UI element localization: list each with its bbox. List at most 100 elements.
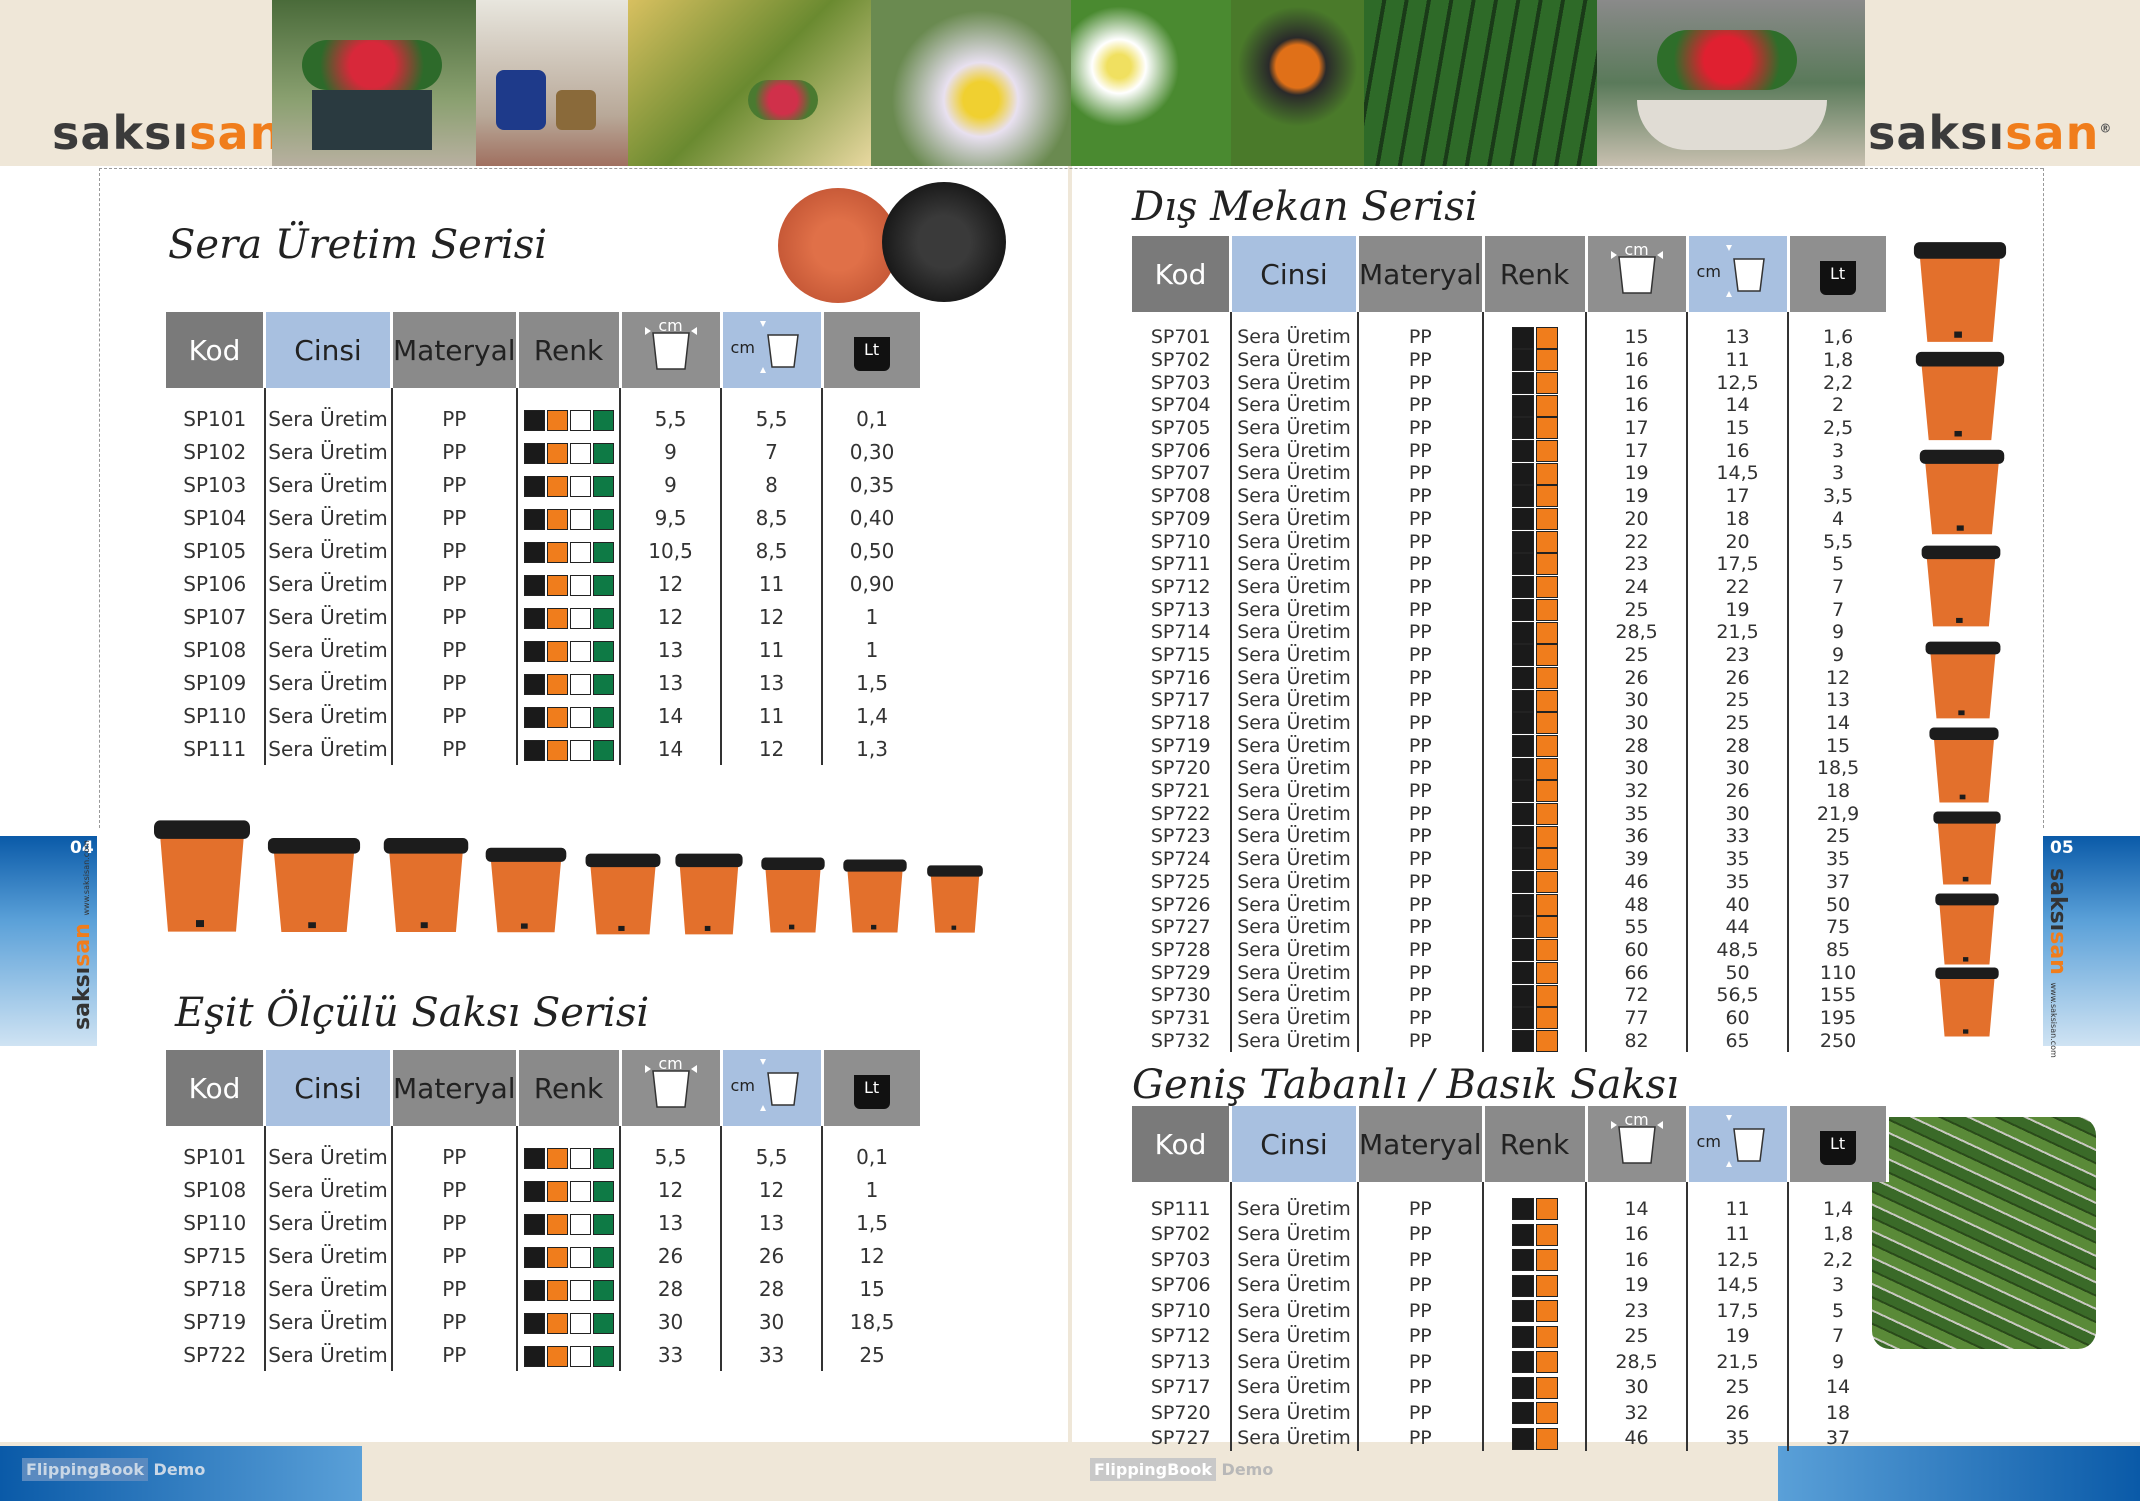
materyal-cell: PP: [1357, 507, 1485, 531]
height-cell: 48: [1586, 893, 1689, 916]
color-swatch-green: [592, 640, 614, 662]
volume-cell: 1,8: [1822, 1223, 1854, 1246]
materyal-cell: PP: [1357, 598, 1485, 621]
materyal-cell: PP: [1357, 802, 1485, 826]
color-swatch-black: [523, 541, 545, 563]
height-cell: 22: [1586, 530, 1689, 553]
diameter-cell: 44: [1687, 915, 1790, 939]
color-swatch-black: [523, 409, 545, 431]
color-swatch-black: [1511, 1402, 1534, 1424]
materyal-cell: PP: [391, 666, 519, 699]
materyal-cell: PP: [1357, 938, 1485, 962]
diameter-cm-icon: cm: [721, 1050, 824, 1126]
height-cell: 16: [1586, 394, 1689, 417]
color-swatch-orange: [546, 574, 568, 596]
color-swatch-white: [569, 673, 591, 695]
header-materyal: Materyal: [1357, 236, 1485, 312]
volume-cell: 2,5: [1822, 417, 1854, 440]
kod-cell: SP101: [166, 1140, 266, 1173]
cinsi-cell: Sera Üretim: [1230, 802, 1359, 826]
kod-cell: SP713: [1132, 598, 1232, 621]
volume-cell: 1,4: [1822, 1197, 1854, 1220]
color-swatch-orange: [1535, 1351, 1558, 1373]
renk-cell: [517, 633, 622, 666]
renk-cell: [1483, 598, 1588, 621]
diameter-cell: 48,5: [1687, 938, 1790, 962]
table-row: SP712 Sera Üretim PP 24 22 7: [1132, 575, 1887, 599]
renk-cell: [1483, 1247, 1588, 1273]
renk-cell: [1483, 1196, 1588, 1222]
color-swatch-black: [1511, 508, 1534, 531]
materyal-cell: PP: [1357, 1298, 1485, 1324]
vertical-brand-right: saksısan www.saksisan.com: [2045, 868, 2070, 1058]
cinsi-cell: Sera Üretim: [264, 402, 393, 435]
materyal-cell: PP: [391, 1206, 519, 1239]
kod-cell: SP103: [166, 468, 266, 501]
diameter-cell: 30: [1687, 802, 1790, 826]
pot-bottoms-image: [778, 178, 1018, 308]
color-swatch-orange: [1535, 1325, 1558, 1348]
table-row: SP726 Sera Üretim PP 48 40 50: [1132, 893, 1887, 916]
diameter-cell: 26: [1687, 1400, 1790, 1426]
volume-cell: 37: [1825, 870, 1851, 893]
materyal-cell: PP: [391, 435, 519, 468]
materyal-cell: PP: [1357, 689, 1485, 712]
color-swatch-white: [569, 442, 591, 464]
color-swatch-black: [523, 1180, 545, 1202]
diameter-cm-icon: cm: [1687, 236, 1790, 312]
height-cell: 16: [1586, 371, 1689, 395]
color-swatch-orange: [546, 442, 568, 464]
table-row: SP715 Sera Üretim PP 25 23 9: [1132, 643, 1887, 667]
diameter-cell: 21,5: [1687, 620, 1790, 644]
height-cell: 10,5: [620, 534, 723, 567]
color-swatch-green: [592, 1246, 614, 1268]
volume-cell: 1: [865, 604, 879, 629]
diameter-cell: 40: [1687, 893, 1790, 916]
kod-cell: SP704: [1132, 394, 1232, 417]
cinsi-cell: Sera Üretim: [264, 435, 393, 468]
diameter-cell: 19: [1687, 1323, 1790, 1349]
height-cell: 30: [1586, 757, 1689, 780]
cinsi-cell: Sera Üretim: [1230, 394, 1359, 417]
color-swatch-white: [569, 1147, 591, 1169]
volume-lt-icon: Lt: [1788, 1106, 1889, 1182]
height-cell: 13: [620, 633, 723, 666]
height-cell: 19: [1586, 462, 1689, 485]
volume-cell: 7: [1832, 575, 1845, 598]
cinsi-cell: Sera Üretim: [1230, 462, 1359, 485]
color-swatch-orange: [1535, 1427, 1558, 1450]
renk-cell: [1483, 847, 1588, 871]
table-row: SP706 Sera Üretim PP 17 16 3: [1132, 439, 1887, 463]
color-swatch-green: [592, 442, 614, 464]
volume-cell: 35: [1825, 848, 1851, 871]
height-cm-icon: cm: [620, 312, 723, 388]
color-swatch-green: [592, 739, 614, 761]
table-row: SP106 Sera Üretim PP 12 11 0,90: [166, 567, 921, 600]
renk-cell: [1483, 938, 1588, 962]
table-row: SP712 Sera Üretim PP 25 19 7: [1132, 1323, 1887, 1349]
color-swatch-orange: [1535, 1198, 1558, 1220]
renk-cell: [1483, 802, 1588, 826]
color-swatch-black: [523, 574, 545, 596]
kod-cell: SP720: [1132, 757, 1232, 780]
renk-cell: [1483, 961, 1588, 984]
diameter-cell: 15: [1687, 416, 1790, 440]
table-row: SP105 Sera Üretim PP 10,5 8,5 0,50: [166, 534, 921, 567]
table-row: SP730 Sera Üretim PP 72 56,5 155: [1132, 983, 1887, 1007]
kod-cell: SP705: [1132, 416, 1232, 440]
cinsi-cell: Sera Üretim: [264, 1206, 393, 1239]
cinsi-cell: Sera Üretim: [264, 600, 393, 633]
height-cell: 28,5: [1586, 1349, 1689, 1375]
color-swatch-green: [592, 1213, 614, 1235]
color-swatch-black: [1511, 576, 1534, 599]
table-dis-mekan: Kod Cinsi Materyal Renk cm cm Lt SP701 Sera Üret…: [1132, 236, 1889, 1052]
renk-cell: [517, 402, 622, 435]
renk-cell: [517, 1272, 622, 1305]
color-swatch-orange: [1535, 757, 1558, 780]
table-row: SP720 Sera Üretim PP 30 30 18,5: [1132, 757, 1887, 780]
height-cell: 25: [1586, 643, 1689, 667]
cinsi-cell: Sera Üretim: [1230, 734, 1359, 758]
watermark-center: FlippingBook Demo: [1090, 1458, 1273, 1481]
materyal-cell: PP: [1357, 1006, 1485, 1030]
volume-cell: 50: [1825, 893, 1851, 916]
